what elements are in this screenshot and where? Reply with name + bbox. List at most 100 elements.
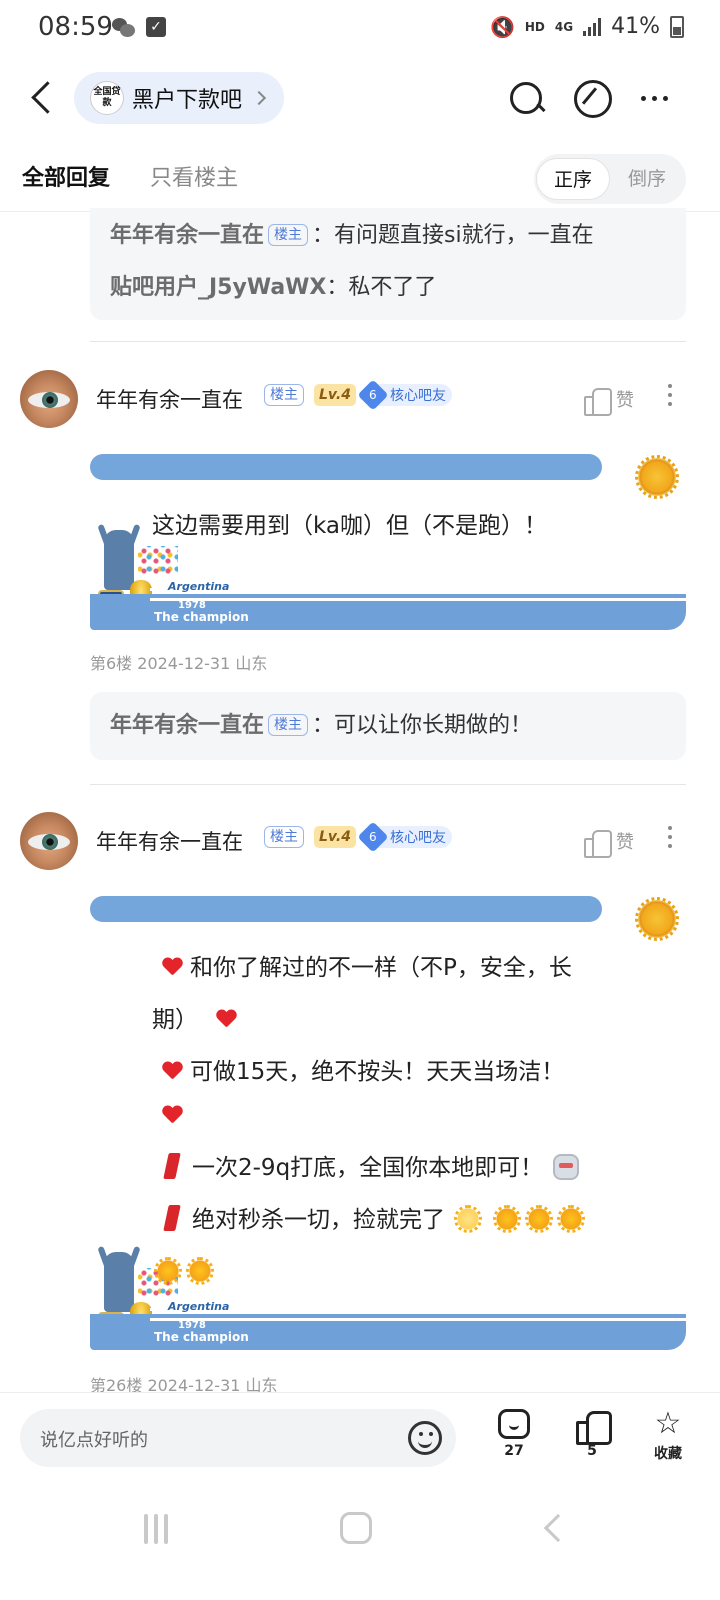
post-header: 年年有余一直在 楼主 Lv.4 6 核心吧友 赞	[0, 812, 720, 872]
thumbs-up-icon	[584, 828, 612, 858]
home-icon[interactable]	[340, 1512, 372, 1544]
reply-text: ：私不了了	[326, 275, 437, 300]
status-time: 08:59	[38, 12, 113, 42]
post-line: 绝对秒杀一切，捡就完了	[152, 1194, 672, 1246]
bottom-bar: 说亿点好听的 27 5 ☆ 收藏	[0, 1392, 720, 1488]
like-button[interactable]: 赞	[584, 828, 634, 858]
battery-icon	[670, 15, 684, 38]
thumbs-up-icon	[584, 386, 612, 416]
frame-champion: The champion	[154, 1330, 249, 1344]
mute-icon: 🔇	[489, 14, 515, 39]
level-badge: Lv.4	[314, 384, 356, 406]
heart-icon	[162, 958, 182, 976]
status-right: 🔇 HD 4G 41%	[490, 14, 684, 39]
reply-box[interactable]: 年年有余一直在 楼主 ：有问题直接si就行，一直在 贴吧用户_J5yWaWX：私不了…	[90, 208, 686, 320]
post-more-icon[interactable]	[668, 384, 672, 406]
post-line: 和你了解过的不一样（不P，安全，长	[152, 942, 672, 994]
like-button[interactable]: 赞	[584, 386, 634, 416]
star-icon: ☆	[654, 1406, 682, 1441]
battery-percent: 41%	[611, 14, 660, 39]
order-asc-button[interactable]: 正序	[536, 158, 610, 200]
hd-indicator: HD	[524, 19, 545, 34]
core-label: 核心吧友	[389, 388, 446, 404]
chevron-right-icon	[251, 90, 267, 106]
reply-author[interactable]: 贴吧用户_J5yWaWX	[110, 275, 326, 300]
sun-icon	[186, 1257, 214, 1285]
more-icon[interactable]	[634, 78, 674, 118]
post-line: 一次2-9q打底，全国你本地即可！	[152, 1142, 672, 1194]
network-indicator: 4G	[554, 19, 574, 34]
likes-button[interactable]: 5	[562, 1409, 622, 1459]
back-button[interactable]	[22, 78, 62, 118]
sun-icon	[557, 1205, 585, 1233]
core-level: 6	[369, 829, 377, 844]
reply-item: 年年有余一直在 楼主 ：可以让你长期做的！	[110, 700, 666, 752]
reply-author[interactable]: 年年有余一直在	[110, 713, 264, 738]
frame-argentina: Argentina	[168, 1300, 230, 1313]
avatar[interactable]	[20, 370, 78, 428]
core-label: 核心吧友	[389, 830, 446, 846]
comments-button[interactable]: 27	[484, 1409, 544, 1459]
like-label: 赞	[616, 832, 634, 853]
reply-text: ：有问题直接si就行，一直在	[312, 223, 594, 248]
post-author[interactable]: 年年有余一直在	[96, 384, 243, 414]
status-left-icons: ✓	[112, 16, 166, 38]
comment-placeholder: 说亿点好听的	[40, 1430, 148, 1451]
comment-input[interactable]: 说亿点好听的	[20, 1409, 456, 1467]
forum-name: 黑户下款吧	[132, 88, 243, 113]
reply-box[interactable]: 年年有余一直在 楼主 ：可以让你长期做的！	[90, 692, 686, 760]
reply-tabs: 全部回复 只看楼主 正序 倒序	[0, 150, 720, 212]
favorite-label: 收藏	[654, 1446, 682, 1462]
post-more-icon[interactable]	[668, 826, 672, 848]
avatar[interactable]	[20, 812, 78, 870]
system-back-icon[interactable]	[543, 1513, 573, 1543]
scarf-icon	[164, 1205, 182, 1231]
frame-top-bar	[90, 896, 602, 922]
reply-item: 年年有余一直在 楼主 ：有问题直接si就行，一直在	[110, 210, 666, 262]
forum-link[interactable]: 全国贷款 黑户下款吧	[74, 72, 285, 124]
system-nav-bar	[0, 1488, 720, 1600]
post-header: 年年有余一直在 楼主 Lv.4 6 核心吧友 赞	[0, 370, 720, 430]
post-line	[152, 1098, 672, 1142]
post-author[interactable]: 年年有余一直在	[96, 826, 243, 856]
core-member-badge: 6 核心吧友	[357, 379, 452, 411]
divider	[90, 784, 686, 785]
sun-icon	[635, 897, 679, 941]
thumbs-up-icon	[576, 1409, 612, 1445]
reply-author[interactable]: 年年有余一直在	[110, 223, 264, 248]
sun-icon	[154, 1257, 182, 1285]
edit-icon[interactable]	[572, 78, 612, 118]
core-member-badge: 6 核心吧友	[357, 821, 452, 853]
checkbox-icon: ✓	[146, 17, 166, 37]
heart-icon	[216, 1010, 236, 1028]
reply-text: ：可以让你长期做的！	[312, 713, 533, 738]
sun-icon	[635, 455, 679, 499]
core-level: 6	[369, 387, 377, 402]
recent-apps-icon[interactable]	[144, 1514, 174, 1544]
order-desc-button[interactable]: 倒序	[610, 158, 684, 200]
robot-icon	[553, 1154, 580, 1180]
post-content: 这边需要用到（ka咖）但（不是跑）！	[152, 513, 548, 539]
heart-icon	[162, 1062, 182, 1080]
tab-owner-only[interactable]: 只看楼主	[150, 160, 238, 192]
post-badges: 楼主 Lv.4 6 核心吧友	[260, 821, 452, 853]
sun-icon	[454, 1205, 482, 1233]
favorite-button[interactable]: ☆ 收藏	[638, 1409, 698, 1463]
post-badges: 楼主 Lv.4 6 核心吧友	[260, 379, 452, 411]
sun-icon	[525, 1205, 553, 1233]
search-icon[interactable]	[506, 78, 546, 118]
post-meta: 第6楼 2024-12-31 山东	[90, 654, 268, 673]
heart-icon	[162, 1106, 182, 1124]
top-nav: 全国贷款 黑户下款吧	[0, 64, 720, 134]
scarf-icon	[164, 1153, 182, 1179]
comment-icon	[498, 1409, 530, 1439]
owner-badge: 楼主	[268, 714, 309, 736]
likes-count: 5	[587, 1443, 597, 1459]
post-content: 和你了解过的不一样（不P，安全，长 期） 可做15天，绝不按头！天天当场洁！ 一…	[152, 942, 672, 1298]
frame-top-bar	[90, 454, 602, 480]
forum-logo: 全国贷款	[90, 81, 124, 115]
tab-all-replies[interactable]: 全部回复	[22, 160, 110, 192]
wechat-icon	[112, 16, 136, 38]
post-line: 可做15天，绝不按头！天天当场洁！	[152, 1046, 672, 1098]
emoji-icon[interactable]	[408, 1421, 442, 1455]
